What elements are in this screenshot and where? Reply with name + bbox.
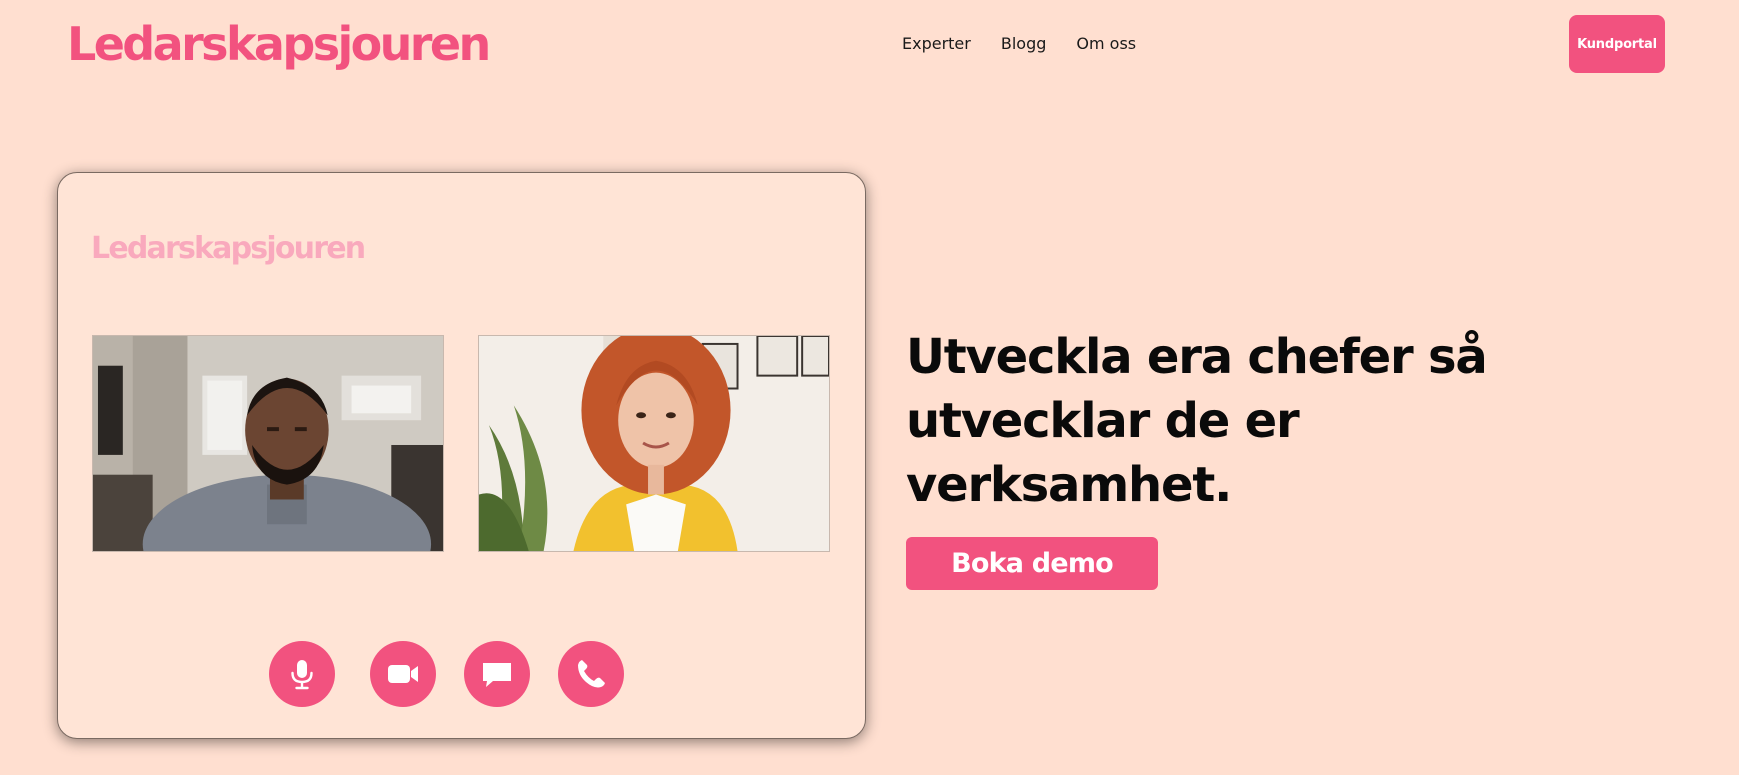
chat-button[interactable] (464, 641, 530, 707)
camera-button[interactable] (370, 641, 436, 707)
nav-link-blogg[interactable]: Blogg (1001, 30, 1047, 58)
phone-button[interactable] (558, 641, 624, 707)
nav-link-om-oss[interactable]: Om oss (1076, 30, 1136, 58)
phone-icon (578, 660, 605, 688)
participant-video-woman (478, 335, 830, 552)
main-nav: Experter Blogg Om oss (902, 30, 1136, 58)
book-demo-button[interactable]: Boka demo (906, 537, 1158, 590)
microphone-icon (291, 660, 313, 690)
video-call-mockup: Ledarskapsjouren (57, 172, 866, 739)
chat-icon (483, 663, 511, 687)
customer-portal-button[interactable]: Kundportal (1569, 15, 1665, 73)
participant-woman-image (479, 336, 829, 551)
microphone-button[interactable] (269, 641, 335, 707)
nav-link-experter[interactable]: Experter (902, 30, 971, 58)
participant-video-man (92, 335, 444, 552)
participant-man-image (93, 336, 443, 551)
video-camera-icon (388, 665, 418, 683)
video-call-logo: Ledarskapsjouren (91, 231, 366, 266)
hero-headline: Utveckla era chefer så utvecklar de er v… (906, 329, 1488, 513)
site-logo[interactable]: Ledarskapsjouren (67, 14, 491, 74)
call-controls (269, 641, 669, 707)
